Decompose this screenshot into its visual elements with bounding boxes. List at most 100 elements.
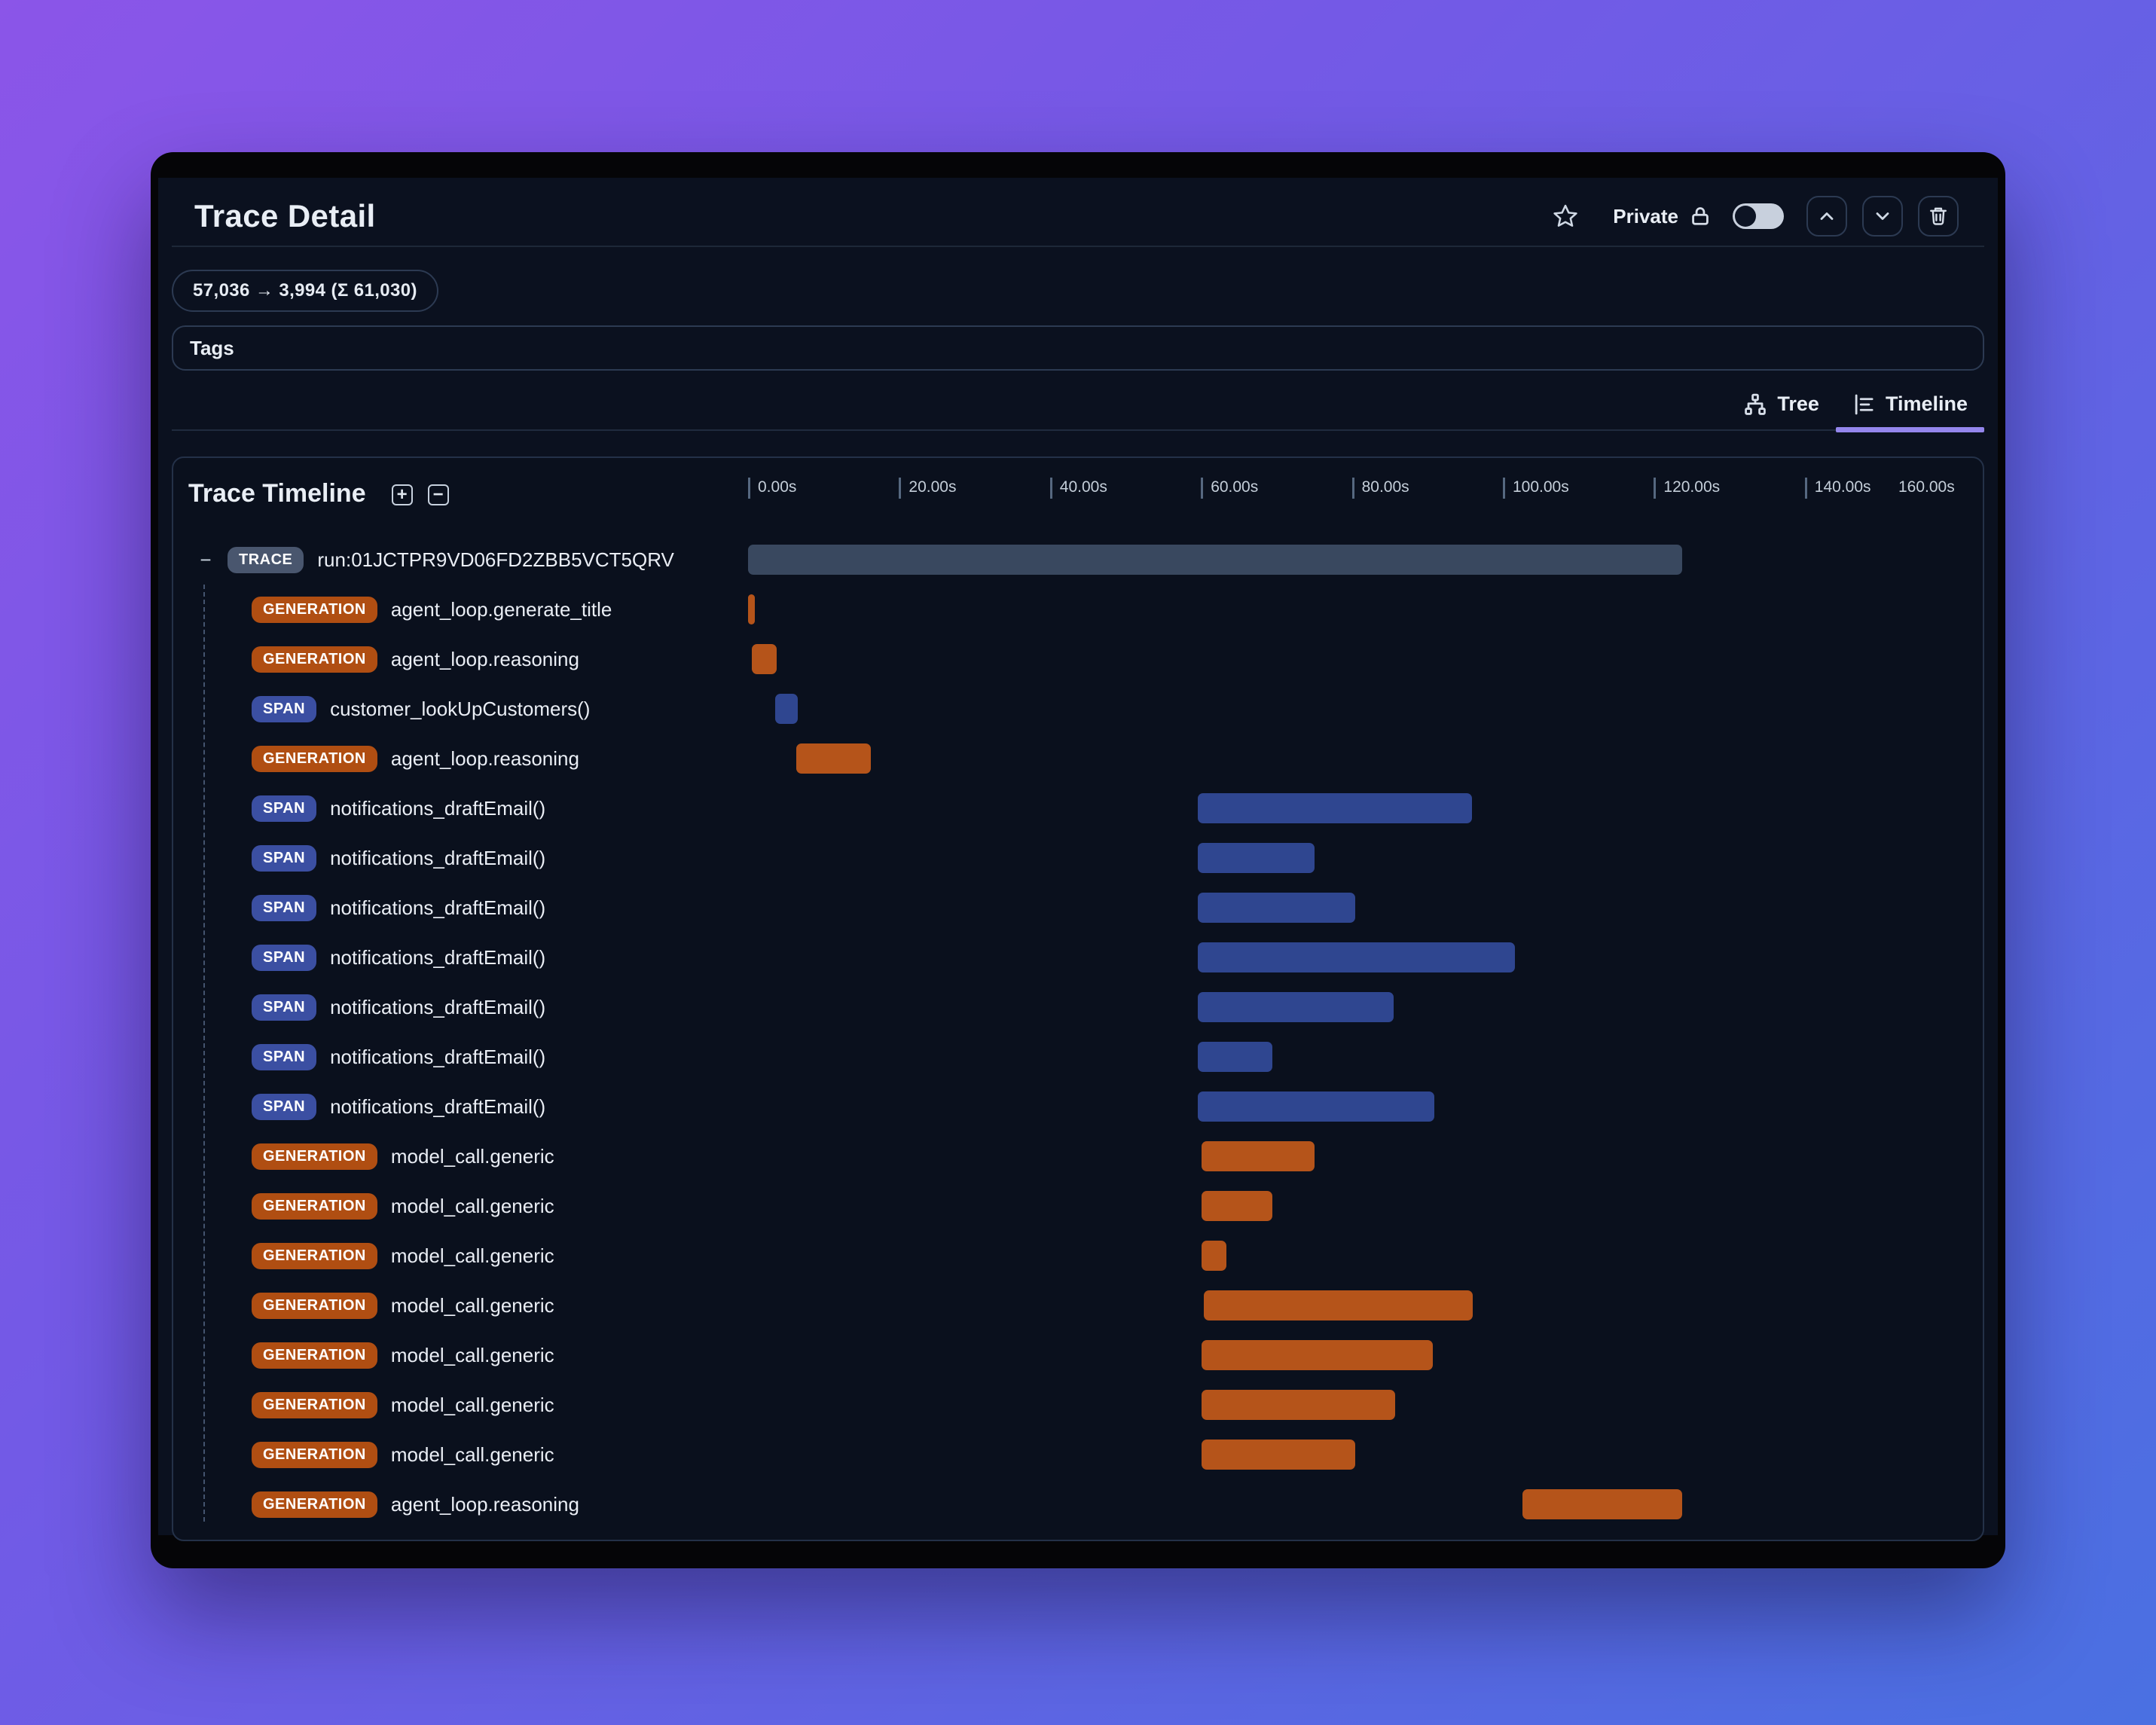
observation-name: model_call.generic <box>390 1144 554 1168</box>
timeline-bar[interactable] <box>1204 1290 1473 1320</box>
tags-input[interactable]: Tags <box>172 325 1984 371</box>
timeline-bar[interactable] <box>1198 843 1315 873</box>
observation-type-badge: TRACE <box>228 546 304 573</box>
timeline-bar[interactable] <box>1198 793 1472 823</box>
timeline-row[interactable]: SPAN notifications_draftEmail() <box>173 783 1983 833</box>
axis-tick: 60.00s <box>1201 478 1258 499</box>
app-header: Trace Detail Private <box>172 178 1984 247</box>
observation-type-badge: GENERATION <box>252 1491 377 1518</box>
timeline-icon <box>1852 393 1875 416</box>
timeline-row[interactable]: SPAN notifications_draftEmail() <box>173 1032 1983 1082</box>
panel-header: Trace Timeline 0.00s20.00s40.00s60.00s80… <box>173 458 1983 521</box>
timeline-bar[interactable] <box>752 644 777 674</box>
collapse-toggle[interactable] <box>196 548 215 572</box>
timeline-row[interactable]: GENERATION model_call.generic <box>173 1380 1983 1430</box>
observation-type-badge: GENERATION <box>252 596 377 623</box>
observation-type-badge: SPAN <box>252 844 317 872</box>
axis-tick: 80.00s <box>1351 478 1409 499</box>
observation-name: notifications_draftEmail() <box>330 796 546 820</box>
chevron-down-icon <box>1872 206 1893 227</box>
time-axis: 0.00s 20.00s 40.00s 60.00s 80.00s 100.00s 120.… <box>173 478 1983 511</box>
timeline-bar[interactable] <box>1202 1191 1273 1221</box>
timeline-bar[interactable] <box>1198 992 1394 1022</box>
timeline-bar[interactable] <box>1202 1390 1395 1420</box>
timeline-row[interactable]: SPAN notifications_draftEmail() <box>173 982 1983 1032</box>
timeline-bar[interactable] <box>1198 942 1516 972</box>
timeline-bar[interactable] <box>748 545 1683 575</box>
axis-tick: 100.00s <box>1503 478 1569 499</box>
axis-tick: 140.00s <box>1804 478 1871 499</box>
timeline-bar[interactable] <box>748 594 756 624</box>
timeline-bar[interactable] <box>1202 1440 1355 1470</box>
observation-type-badge: SPAN <box>252 994 317 1021</box>
privacy-toggle[interactable] <box>1733 203 1784 229</box>
next-observation-button[interactable] <box>1862 196 1903 237</box>
timeline-row[interactable]: GENERATION model_call.generic <box>173 1131 1983 1181</box>
observation-type-badge: SPAN <box>252 695 317 722</box>
observation-type-badge: GENERATION <box>252 1192 377 1220</box>
observation-name: notifications_draftEmail() <box>330 1095 546 1118</box>
observation-name: notifications_draftEmail() <box>330 995 546 1018</box>
observation-type-badge: GENERATION <box>252 1441 377 1468</box>
observation-type-badge: GENERATION <box>252 1342 377 1369</box>
observation-type-badge: SPAN <box>252 1093 317 1120</box>
observation-name: model_call.generic <box>390 1194 554 1217</box>
timeline-row[interactable]: GENERATION agent_loop.reasoning <box>173 734 1983 783</box>
star-icon[interactable] <box>1551 202 1580 231</box>
desktop-background: Trace Detail Private 57,036 → 3,994 (Σ 6… <box>0 0 2156 1725</box>
timeline-bar[interactable] <box>775 694 799 724</box>
observation-type-badge: GENERATION <box>252 745 377 772</box>
timeline-row[interactable]: GENERATION model_call.generic <box>173 1430 1983 1479</box>
observation-name: model_call.generic <box>390 1443 554 1466</box>
observation-name: agent_loop.reasoning <box>390 1492 579 1516</box>
timeline-row[interactable]: GENERATION agent_loop.reasoning <box>173 1479 1983 1529</box>
timeline-row[interactable]: SPAN notifications_draftEmail() <box>173 883 1983 933</box>
timeline-row[interactable]: GENERATION agent_loop.reasoning <box>173 634 1983 684</box>
axis-tick: 0.00s <box>748 478 796 499</box>
observation-name: run:01JCTPR9VD06FD2ZBB5VCT5QRV <box>317 548 674 571</box>
timeline-rows: TRACE run:01JCTPR9VD06FD2ZBB5VCT5QRV GEN… <box>173 535 1983 1529</box>
timeline-row[interactable]: GENERATION agent_loop.generate_title <box>173 585 1983 634</box>
lock-icon <box>1689 205 1712 227</box>
axis-tick: 120.00s <box>1654 478 1720 499</box>
timeline-bar[interactable] <box>1198 1042 1273 1072</box>
observation-type-badge: GENERATION <box>252 1391 377 1418</box>
trace-detail-window: Trace Detail Private 57,036 → 3,994 (Σ 6… <box>151 152 2005 1568</box>
privacy-control[interactable]: Private <box>1613 205 1712 228</box>
timeline-bar[interactable] <box>1522 1489 1683 1519</box>
timeline-row[interactable]: SPAN notifications_draftEmail() <box>173 1082 1983 1131</box>
tab-timeline[interactable]: Timeline <box>1835 392 1984 432</box>
observation-name: customer_lookUpCustomers() <box>330 697 591 720</box>
observation-type-badge: SPAN <box>252 795 317 822</box>
chevron-up-icon <box>1816 206 1837 227</box>
observation-name: notifications_draftEmail() <box>330 896 546 919</box>
observation-name: model_call.generic <box>390 1244 554 1267</box>
timeline-bar[interactable] <box>1198 1091 1434 1122</box>
timeline-bar[interactable] <box>1202 1340 1433 1370</box>
timeline-bar[interactable] <box>1202 1241 1227 1271</box>
timeline-bar[interactable] <box>1198 893 1355 923</box>
timeline-row[interactable]: GENERATION model_call.generic <box>173 1181 1983 1231</box>
timeline-row[interactable]: GENERATION model_call.generic <box>173 1231 1983 1281</box>
observation-name: model_call.generic <box>390 1293 554 1317</box>
observation-name: notifications_draftEmail() <box>330 846 546 869</box>
timeline-row[interactable]: TRACE run:01JCTPR9VD06FD2ZBB5VCT5QRV <box>173 535 1983 585</box>
timeline-row[interactable]: SPAN customer_lookUpCustomers() <box>173 684 1983 734</box>
timeline-row[interactable]: SPAN notifications_draftEmail() <box>173 833 1983 883</box>
observation-type-badge: SPAN <box>252 944 317 971</box>
delete-trace-button[interactable] <box>1918 196 1959 237</box>
timeline-row[interactable]: GENERATION model_call.generic <box>173 1281 1983 1330</box>
tree-icon <box>1744 393 1767 416</box>
token-usage-badge: 57,036 → 3,994 (Σ 61,030) <box>172 270 438 312</box>
timeline-bar[interactable] <box>796 743 872 774</box>
trace-timeline-panel: Trace Timeline 0.00s20.00s40.00s60.00s80… <box>172 456 1984 1541</box>
timeline-row[interactable]: SPAN notifications_draftEmail() <box>173 933 1983 982</box>
observation-name: agent_loop.reasoning <box>390 647 579 670</box>
observation-name: agent_loop.generate_title <box>390 597 612 621</box>
timeline-row[interactable]: GENERATION model_call.generic <box>173 1330 1983 1380</box>
timeline-bar[interactable] <box>1202 1141 1315 1171</box>
prev-observation-button[interactable] <box>1806 196 1847 237</box>
privacy-label: Private <box>1613 204 1678 227</box>
observation-type-badge: GENERATION <box>252 1242 377 1269</box>
tab-tree[interactable]: Tree <box>1727 392 1836 429</box>
